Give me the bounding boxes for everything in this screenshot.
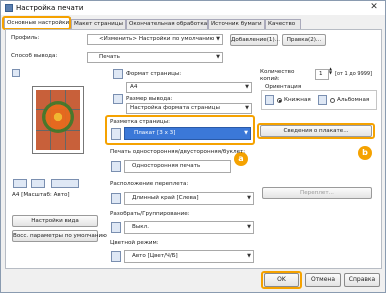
landscape-radio[interactable]: [330, 98, 335, 103]
landscape-icon: [318, 95, 327, 105]
profile-label: Профиль:: [11, 35, 40, 41]
copies-range: [от 1 до 9999]: [335, 71, 373, 77]
chevron-down-icon: ▼: [216, 54, 220, 60]
ok-button[interactable]: OK: [264, 273, 299, 287]
color-icon: [111, 251, 121, 262]
page-size-select[interactable]: A4 ▼: [126, 82, 252, 93]
view-settings-button[interactable]: Настройки вида: [12, 215, 98, 227]
portrait-icon: [265, 95, 274, 105]
print-settings-window: Настройка печати ✕ Основные настройки Ма…: [0, 0, 386, 293]
page-size-label: Формат страницы:: [126, 71, 182, 77]
profile-select[interactable]: <Изменить> Настройки по умолчанию ▼: [87, 34, 223, 45]
collate-select[interactable]: Выкл. ▼: [124, 221, 254, 234]
layout-select[interactable]: Плакат [3 x 3] ▼: [124, 127, 251, 140]
cancel-button[interactable]: Отмена: [305, 273, 341, 287]
flower-image: [42, 101, 74, 133]
tab-finishing[interactable]: Окончательная обработка: [126, 19, 208, 29]
preview-caption: A4 [Масштаб: Авто]: [12, 192, 70, 198]
landscape-label: Альбомная: [337, 97, 370, 103]
chevron-down-icon: ▼: [247, 195, 251, 201]
copies-value: 1: [319, 71, 323, 77]
output-method-value: Печать: [99, 54, 120, 60]
tab-paper-source[interactable]: Источник бумаги: [208, 19, 265, 29]
output-method-label: Способ вывода:: [11, 53, 58, 59]
chevron-down-icon: ▼: [244, 130, 248, 136]
duplex-label: Печать односторонняя/двусторонняя/буклет…: [110, 149, 246, 155]
output-size-icon: [113, 94, 123, 104]
output-size-value: Настройка формата страницы: [130, 105, 220, 111]
profile-add-button[interactable]: Добавление(1)...: [230, 34, 280, 46]
collate-label: Разобрать/Группирование:: [110, 211, 190, 217]
binding-select[interactable]: Длинный край [Слева] ▼: [124, 192, 254, 205]
single-sided-icon: [111, 161, 121, 172]
layout-label: Разметка страницы:: [110, 119, 170, 125]
margin-button[interactable]: Переплет...: [262, 187, 372, 199]
duplex-value: Односторонняя печать: [132, 163, 201, 169]
chevron-down-icon: ▼: [247, 253, 251, 259]
binding-value: Длинный край [Слева]: [132, 195, 199, 201]
collate-value: Выкл.: [132, 224, 149, 230]
binding-label: Расположение переплета:: [110, 181, 189, 187]
close-icon[interactable]: ✕: [367, 2, 381, 13]
color-mode-icon: [13, 179, 27, 188]
color-mode-label: Цветной режим:: [110, 240, 159, 246]
portrait-radio[interactable]: [277, 98, 282, 103]
poster-layout-icon: [111, 128, 121, 140]
chevron-down-icon: ▼: [245, 105, 249, 111]
duplex-select[interactable]: Односторонняя печать: [124, 160, 231, 173]
chevron-down-icon: ▼: [245, 84, 249, 90]
chevron-down-icon: ▼: [247, 224, 251, 230]
binding-icon: [111, 193, 121, 204]
portrait-label: Книжная: [284, 97, 311, 103]
output-method-select[interactable]: Печать ▼: [87, 52, 223, 63]
printer-icon: [5, 4, 13, 12]
collate-icon: [111, 222, 121, 233]
restore-defaults-button[interactable]: Восс. параметры по умолчанию: [12, 230, 107, 242]
color-mode-value: Авто [Цвет/Ч/Б]: [132, 253, 178, 259]
preview-toggle-icon[interactable]: [12, 69, 20, 77]
page-size-value: A4: [130, 84, 138, 90]
chevron-down-icon: ▼: [216, 36, 220, 42]
copies-label: Количество копий:: [260, 69, 295, 82]
duplex-icon: [31, 179, 45, 188]
output-size-label: Размер вывода:: [126, 96, 173, 102]
copies-input[interactable]: 1: [315, 69, 329, 80]
layout-value: Плакат [3 x 3]: [134, 130, 176, 136]
copies-stepper[interactable]: ▲ ▼: [329, 67, 332, 75]
tab-highlight: [2, 16, 71, 30]
help-button[interactable]: Справка: [344, 273, 380, 287]
color-mode-select[interactable]: Авто [Цвет/Ч/Б] ▼: [124, 250, 254, 263]
profile-value: <Изменить> Настройки по умолчанию: [99, 36, 215, 42]
title-bar: Настройка печати ✕: [1, 1, 385, 15]
tab-page-layout[interactable]: Макет страницы: [71, 19, 126, 29]
output-size-select[interactable]: Настройка формата страницы ▼: [126, 103, 252, 114]
poster-preview: [32, 86, 84, 154]
page-size-icon: [113, 69, 123, 79]
finishing-icons: [51, 179, 79, 188]
window-title: Настройка печати: [16, 4, 84, 12]
tab-quality[interactable]: Качество: [265, 19, 301, 29]
profile-edit-button[interactable]: Правка(2)...: [282, 34, 326, 46]
callout-b-badge: b: [358, 146, 372, 160]
poster-details-button[interactable]: Сведения о плакате...: [260, 125, 372, 137]
